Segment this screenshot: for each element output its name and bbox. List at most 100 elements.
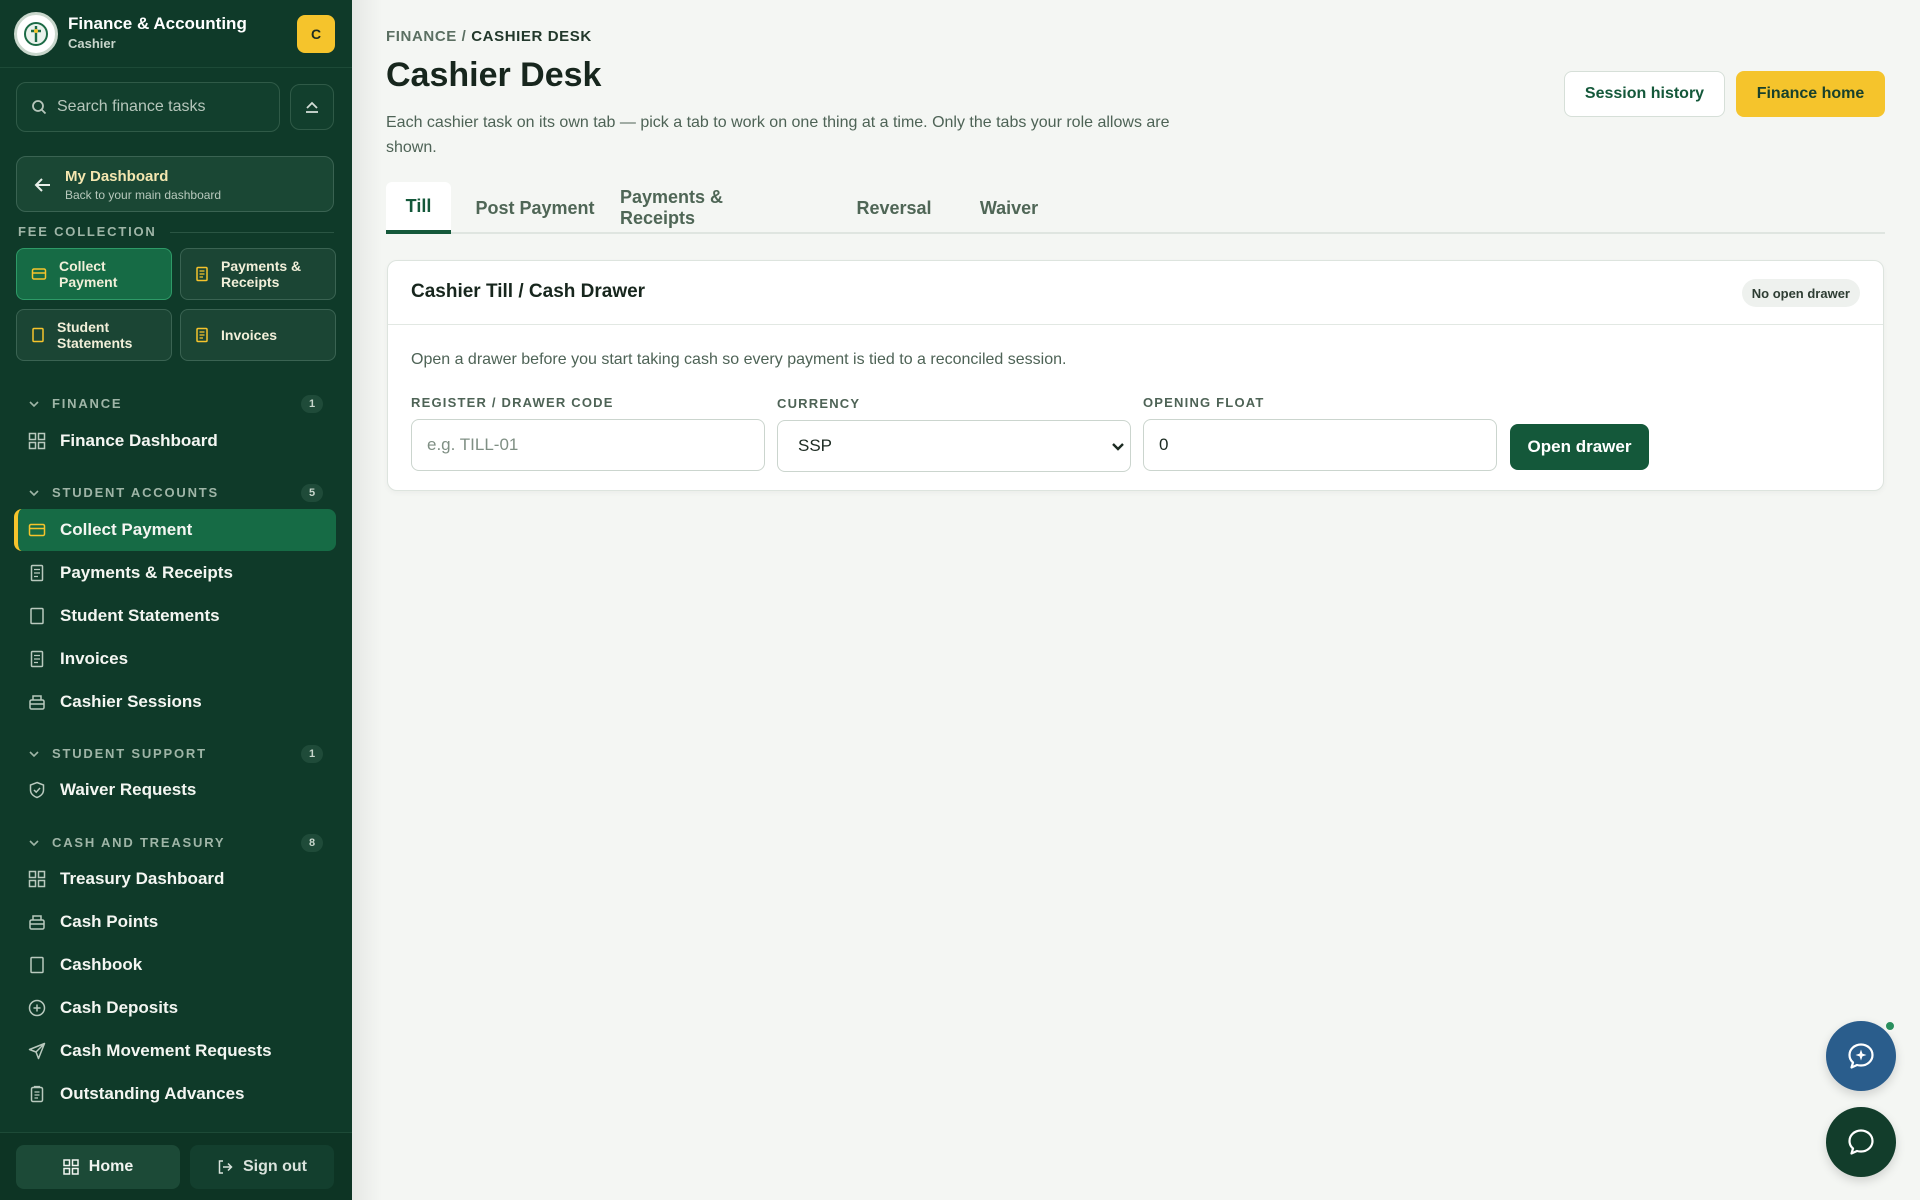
tab-reversal[interactable]: Reversal — [854, 182, 934, 234]
section-finance[interactable]: FINANCE — [28, 396, 122, 411]
chevron-down-icon — [29, 839, 39, 846]
section-label: STUDENT SUPPORT — [52, 746, 207, 761]
sidebar-item-label: Outstanding Advances — [60, 1084, 245, 1103]
card-note: Open a drawer before you start taking ca… — [411, 351, 1067, 368]
receipt-icon — [196, 266, 208, 282]
fee-collection-heading: FEE COLLECTION — [18, 224, 157, 239]
sidebar-item-treasury-dashboard[interactable]: Treasury Dashboard — [14, 858, 336, 900]
institution-logo — [14, 12, 58, 56]
register-code-input[interactable] — [411, 419, 765, 471]
section-count: 1 — [301, 745, 323, 763]
sidebar-item-finance-dashboard[interactable]: Finance Dashboard — [14, 420, 336, 462]
sidebar-item-label: Invoices — [60, 649, 129, 668]
sidebar-item-payments-receipts[interactable]: Payments & Receipts — [14, 552, 336, 594]
quick-label: Payments & Receipts — [221, 258, 302, 290]
quick-student-statements[interactable]: Student Statements — [16, 309, 172, 361]
card-icon — [31, 268, 47, 280]
tab-till[interactable]: Till — [386, 182, 451, 234]
search-input[interactable] — [57, 98, 277, 116]
online-indicator — [1884, 1020, 1896, 1032]
app-title: Finance & Accounting — [68, 14, 247, 33]
book-icon — [32, 327, 44, 343]
sidebar-item-cash-movement-requests[interactable]: Cash Movement Requests — [14, 1030, 336, 1072]
session-history-button[interactable]: Session history — [1564, 71, 1725, 117]
chat-icon — [1848, 1129, 1874, 1155]
sidebar-item-cash-deposits[interactable]: Cash Deposits — [14, 987, 336, 1029]
arrow-left-icon — [34, 178, 50, 192]
app-role: Cashier — [68, 36, 116, 51]
till-card: Cashier Till / Cash Drawer No open drawe… — [387, 260, 1884, 491]
finance-home-button[interactable]: Finance home — [1736, 71, 1885, 117]
card-header: Cashier Till / Cash Drawer No open drawe… — [388, 261, 1883, 325]
currency-value: SSP — [798, 436, 833, 455]
register-icon — [29, 915, 45, 930]
currency-select[interactable]: SSP — [777, 420, 1131, 472]
sidebar-item-cashbook[interactable]: Cashbook — [14, 944, 336, 986]
chevron-down-icon — [29, 750, 39, 757]
register-icon — [29, 695, 45, 710]
grid-icon — [28, 432, 46, 450]
sign-out-icon — [218, 1160, 233, 1174]
book-icon — [30, 956, 44, 974]
sidebar-item-label: Cash Movement Requests — [60, 1041, 272, 1060]
breadcrumb-separator: / — [461, 28, 467, 45]
tab-waiver[interactable]: Waiver — [972, 182, 1046, 234]
sidebar-item-invoices[interactable]: Invoices — [14, 638, 336, 680]
home-button[interactable]: Home — [16, 1145, 180, 1189]
sidebar-item-waiver-requests[interactable]: Waiver Requests — [14, 769, 336, 811]
opening-float-input[interactable] — [1143, 419, 1497, 471]
sidebar-item-label: Finance Dashboard — [60, 431, 218, 450]
shield-icon — [29, 781, 45, 799]
quick-invoices[interactable]: Invoices — [180, 309, 336, 361]
sidebar-item-label: Waiver Requests — [60, 780, 197, 799]
divider — [170, 232, 334, 233]
chat-button[interactable] — [1826, 1107, 1896, 1177]
open-drawer-button[interactable]: Open drawer — [1510, 424, 1649, 470]
grid-icon — [28, 870, 46, 888]
invoice-icon — [30, 650, 44, 668]
book-icon — [30, 607, 44, 625]
register-label: REGISTER / DRAWER CODE — [411, 395, 614, 410]
tab-payments-receipts[interactable]: Payments & Receipts — [620, 182, 802, 234]
currency-label: CURRENCY — [777, 396, 861, 411]
quick-label: Invoices — [221, 327, 278, 343]
tab-post-payment[interactable]: Post Payment — [474, 182, 596, 234]
sidebar-item-collect-payment[interactable]: Collect Payment — [14, 509, 336, 551]
sidebar-item-outstanding-advances[interactable]: Outstanding Advances — [14, 1073, 336, 1115]
sidebar-item-student-statements[interactable]: Student Statements — [14, 595, 336, 637]
section-count: 8 — [301, 834, 323, 852]
sidebar-item-label: Cash Points — [60, 912, 159, 931]
sidebar-item-label: Student Statements — [60, 606, 220, 625]
ai-assistant-button[interactable] — [1826, 1021, 1896, 1091]
dashboard-title: My Dashboard — [65, 168, 169, 185]
page-description: Each cashier task on its own tab — pick … — [386, 114, 1170, 156]
section-student-accounts[interactable]: STUDENT ACCOUNTS — [28, 485, 219, 500]
sidebar-shadow — [352, 0, 382, 1200]
sidebar-item-cashier-sessions[interactable]: Cashier Sessions — [14, 681, 336, 723]
quick-payments-receipts[interactable]: Payments & Receipts — [180, 248, 336, 300]
chevron-down-icon — [29, 400, 39, 407]
plus-circle-icon — [28, 999, 46, 1017]
section-cash-treasury[interactable]: CASH AND TREASURY — [28, 835, 225, 850]
sign-out-button[interactable]: Sign out — [190, 1145, 334, 1189]
section-label: FINANCE — [52, 396, 123, 411]
sidebar-item-label: Cashbook — [60, 955, 143, 974]
collapse-button[interactable] — [290, 84, 334, 130]
invoice-icon — [196, 327, 208, 343]
sidebar-item-cash-points[interactable]: Cash Points — [14, 901, 336, 943]
search-box[interactable] — [16, 82, 280, 132]
chevron-up-icon — [306, 101, 318, 113]
section-label: STUDENT ACCOUNTS — [52, 485, 219, 500]
sidebar-item-label: Cash Deposits — [60, 998, 179, 1017]
my-dashboard-button[interactable]: My Dashboard Back to your main dashboard — [16, 156, 334, 212]
avatar[interactable]: C — [297, 15, 335, 53]
sidebar-item-label: Collect Payment — [60, 520, 193, 539]
quick-label: Collect Payment — [59, 258, 118, 290]
breadcrumb-root[interactable]: FINANCE — [386, 28, 457, 45]
section-student-support[interactable]: STUDENT SUPPORT — [28, 746, 207, 761]
quick-label: Student Statements — [57, 319, 133, 351]
breadcrumb: FINANCE / CASHIER DESK — [386, 28, 592, 45]
search-icon — [32, 100, 47, 115]
quick-collect-payment[interactable]: Collect Payment — [16, 248, 172, 300]
sidebar-header: Finance & Accounting Cashier C — [0, 0, 352, 68]
